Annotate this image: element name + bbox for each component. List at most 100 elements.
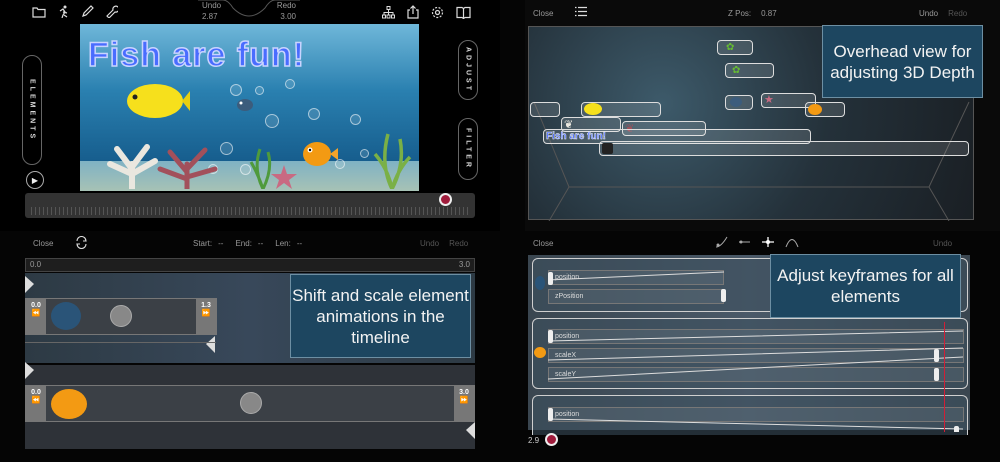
keyframes-caption-text: Adjust keyframes for all elements xyxy=(777,266,954,306)
adjust-tab[interactable]: ADJUST xyxy=(458,40,478,100)
timeline-caption: Shift and scale element animations in th… xyxy=(290,274,471,358)
bubble xyxy=(285,79,295,89)
timeline-panel: Close Start: -- End: -- Len: -- Undo Red… xyxy=(0,231,500,462)
background-thumb xyxy=(602,143,613,154)
track-start-marker[interactable] xyxy=(25,362,35,379)
close-label[interactable]: Close xyxy=(533,9,553,18)
len-label: Len: xyxy=(275,239,291,248)
close-button[interactable]: Close xyxy=(533,239,553,248)
yellow-tang-fish[interactable] xyxy=(120,79,190,124)
puffer-layer-bar[interactable] xyxy=(805,102,845,117)
small-fish[interactable] xyxy=(235,98,255,112)
clip-drag-knob[interactable] xyxy=(110,305,132,327)
timeline-scrubber[interactable] xyxy=(25,193,475,218)
seaweed xyxy=(373,133,412,189)
timeline-caption-text: Shift and scale element animations in th… xyxy=(292,285,469,347)
keyframe-curve[interactable] xyxy=(548,329,964,382)
list-icon[interactable] xyxy=(575,6,587,17)
play-button[interactable]: ▶ xyxy=(26,171,44,189)
bubble xyxy=(265,114,279,128)
small-fish-thumb xyxy=(51,302,81,330)
playhead-line[interactable] xyxy=(944,322,945,432)
curve-toolbar xyxy=(715,236,799,250)
puffer-icon xyxy=(808,104,822,115)
undo-button[interactable]: Undo xyxy=(420,239,439,248)
starfish xyxy=(271,165,297,189)
hierarchy-icon[interactable] xyxy=(382,5,395,21)
seaweed-icon: ✿ xyxy=(732,65,741,76)
stage-title[interactable]: Fish are fun! xyxy=(87,35,305,75)
plant-icon: ✿ xyxy=(726,42,735,53)
zpos-label: Z Pos: xyxy=(728,9,752,18)
small-fish-layer-bar[interactable] xyxy=(725,95,753,110)
redo-button[interactable]: Redo xyxy=(449,239,468,248)
clip-start-handle[interactable]: 0.0 ⏪ xyxy=(26,299,46,334)
track-end-marker[interactable] xyxy=(205,336,215,353)
overhead-caption-text: Overhead view for adjusting 3D Depth xyxy=(830,41,975,82)
redo-value: 3.00 xyxy=(280,12,296,21)
yellow-fish-layer-bar[interactable] xyxy=(581,102,661,117)
keyframes-caption: Adjust keyframes for all elements xyxy=(770,254,961,318)
ruler-end: 3.0 xyxy=(458,260,470,269)
clip-drag-knob[interactable] xyxy=(240,392,262,414)
undo-value: 2.87 xyxy=(202,12,218,21)
track-pufferfish[interactable]: 0.0 ⏪ 3.0 ⏩ xyxy=(25,362,475,449)
keyframe-curve[interactable] xyxy=(548,270,728,304)
book-icon[interactable] xyxy=(456,6,471,21)
filter-tab[interactable]: FILTER xyxy=(458,118,478,180)
curve-bezier-icon[interactable] xyxy=(785,236,799,250)
redo-button[interactable]: Redo xyxy=(948,9,967,18)
close-label[interactable]: Close xyxy=(533,239,553,248)
repeat-icon[interactable] xyxy=(75,236,88,249)
close-button[interactable]: Close xyxy=(533,9,553,18)
overhead-caption: Overhead view for adjusting 3D Depth xyxy=(822,25,983,98)
clip-start-handle[interactable]: 0.0 ⏪ xyxy=(26,386,46,421)
share-icon[interactable] xyxy=(407,5,419,21)
adjust-tab-label: ADJUST xyxy=(464,46,472,93)
folder-icon[interactable] xyxy=(32,6,46,20)
len-value: -- xyxy=(296,239,303,248)
pufferfish[interactable] xyxy=(300,139,338,169)
record-button[interactable] xyxy=(545,433,558,446)
bubble xyxy=(255,86,264,95)
curve-selected-icon[interactable] xyxy=(761,236,775,250)
undo-redo-scrubber[interactable]: Undo 2.87 Redo 3.00 xyxy=(198,0,300,24)
zpos-readout: Z Pos: 0.87 xyxy=(728,9,777,18)
record-button[interactable] xyxy=(439,193,452,206)
empty-layer-bar[interactable] xyxy=(530,102,560,117)
close-label[interactable]: Close xyxy=(33,239,53,248)
track-start-marker[interactable] xyxy=(25,276,35,293)
undo-button[interactable]: Undo xyxy=(933,239,952,248)
time-ruler[interactable]: 0.0 3.0 xyxy=(25,258,475,272)
overhead-view-panel: Close Z Pos: 0.87 Undo Redo ✿ ✿ ★ ❦ ❦ Fi… xyxy=(525,0,1000,231)
background-layer-bar[interactable] xyxy=(599,141,969,156)
clip-end-handle[interactable]: 1.3 ⏩ xyxy=(196,299,216,334)
close-button[interactable]: Close xyxy=(33,239,53,248)
curve-linear-icon[interactable] xyxy=(738,236,751,250)
current-time: 2.9 xyxy=(528,436,540,445)
end-value: -- xyxy=(257,239,264,248)
keyframe-curve[interactable] xyxy=(548,407,964,432)
clip-pufferfish[interactable]: 0.0 ⏪ 3.0 ⏩ xyxy=(25,385,475,422)
editor-panel: Undo 2.87 Redo 3.00 ELEMENTS ADJUST FILT… xyxy=(0,0,500,231)
wrench-icon[interactable] xyxy=(105,5,120,20)
pencil-icon[interactable] xyxy=(81,5,94,20)
clip-end-value: 1.3 xyxy=(201,302,211,309)
filter-tab-label: FILTER xyxy=(464,128,472,170)
curve-ease-icon[interactable] xyxy=(715,236,728,250)
plant-layer-bar[interactable]: ✿ xyxy=(717,40,753,55)
redo-label[interactable]: Redo xyxy=(277,1,296,10)
clip-end-handle[interactable]: 3.0 ⏩ xyxy=(454,386,474,421)
undo-button[interactable]: Undo xyxy=(919,9,938,18)
elements-tab[interactable]: ELEMENTS xyxy=(22,55,42,165)
bubble xyxy=(308,108,320,120)
undo-label[interactable]: Undo xyxy=(933,239,952,248)
runner-icon[interactable] xyxy=(57,5,70,20)
track-end-marker[interactable] xyxy=(465,422,475,439)
aquarium-stage[interactable]: Fish are fun! xyxy=(80,24,419,191)
clip-small-fish[interactable]: 0.0 ⏪ 1.3 ⏩ xyxy=(25,298,217,335)
elements-tab-label: ELEMENTS xyxy=(28,78,36,142)
undo-label[interactable]: Undo xyxy=(202,1,221,10)
seaweed-layer-bar[interactable]: ✿ xyxy=(725,63,774,78)
gear-icon[interactable] xyxy=(431,6,444,21)
